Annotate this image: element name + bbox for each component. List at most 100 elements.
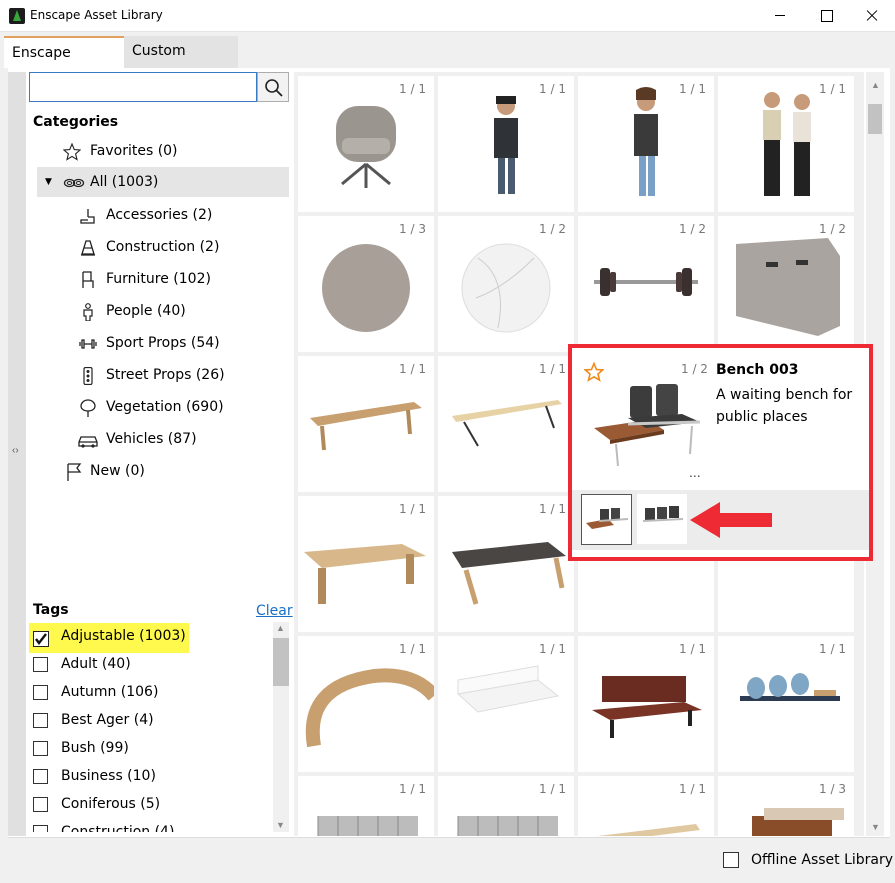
scroll-up-icon[interactable]: ▲ (871, 80, 880, 90)
checkbox[interactable] (33, 657, 48, 672)
asset-thumbnail-curved-bench (305, 668, 434, 748)
asset-thumbnail-person-presenting (634, 87, 658, 196)
asset-thumbnail-wood-bench (310, 402, 422, 451)
category-vegetation[interactable]: Vegetation (690) (77, 392, 289, 422)
variant-count: 1 / 1 (399, 782, 426, 796)
asset-tile[interactable]: 1 / 1 (438, 776, 574, 836)
category-furniture[interactable]: Furniture (102) (77, 264, 289, 294)
category-new[interactable]: New (0) (63, 456, 289, 486)
search-icon (265, 79, 283, 97)
asset-tile[interactable]: 1 / 1 (298, 76, 434, 212)
category-people[interactable]: People (40) (77, 296, 289, 326)
asset-thumbnail-barbell (594, 268, 698, 296)
tab-enscape-assets[interactable]: Enscape Assets (4, 36, 124, 91)
bench-variant-image (642, 506, 684, 522)
dumbbell-icon (79, 339, 97, 349)
offline-library-label: Offline Asset Library (751, 852, 894, 868)
asset-tile[interactable]: 1 / 1 (578, 776, 714, 836)
category-label: Sport Props (54) (106, 335, 220, 351)
asset-thumbnail-tufted-bench (452, 542, 566, 605)
category-construction[interactable]: Construction (2) (77, 232, 289, 262)
category-accessories[interactable]: Accessories (2) (77, 200, 289, 230)
scroll-up-icon[interactable]: ▲ (276, 623, 285, 633)
category-favorites[interactable]: Favorites (0) (37, 136, 289, 166)
search-button[interactable] (257, 72, 289, 102)
category-sport-props[interactable]: Sport Props (54) (77, 328, 289, 358)
asset-tile[interactable]: 1 / 3 (718, 776, 854, 836)
variant-thumbnail[interactable] (637, 494, 687, 544)
asset-tile[interactable]: 1 / 2 (578, 216, 714, 352)
asset-tile[interactable]: 1 / 1 (578, 636, 714, 772)
category-label: Furniture (102) (106, 271, 211, 287)
tree-icon (80, 399, 96, 417)
minimize-button[interactable] (757, 0, 803, 32)
checkbox-checked[interactable] (33, 629, 49, 647)
asset-thumbnail-round-mat (322, 244, 410, 332)
asset-tile[interactable]: 1 / 1 (438, 356, 574, 492)
tag-label: Adjustable (1003) (61, 628, 186, 644)
checkbox[interactable] (33, 713, 48, 728)
asset-tile[interactable]: 1 / 1 (298, 496, 434, 632)
variant-count: 1 / 1 (819, 82, 846, 96)
variant-count: 1 / 1 (399, 502, 426, 516)
maximize-button[interactable] (803, 0, 849, 32)
variant-count: 1 / 1 (539, 362, 566, 376)
asset-tile[interactable]: 1 / 1 (438, 496, 574, 632)
tags-list: Adjustable (1003) Adult (40) Autumn (106… (29, 622, 273, 832)
scroll-down-icon[interactable]: ▼ (276, 820, 285, 830)
tags-scroll-thumb[interactable] (273, 638, 289, 686)
asset-thumbnail-light-bench (452, 400, 562, 447)
tag-label: Autumn (106) (61, 684, 159, 700)
variant-thumbnail-selected[interactable] (581, 494, 632, 545)
asset-tile[interactable]: 1 / 1 (718, 76, 854, 212)
checkbox[interactable] (33, 825, 48, 832)
asset-tile[interactable]: 1 / 2 (718, 216, 854, 352)
offline-library-checkbox[interactable] (723, 852, 739, 868)
asset-tile[interactable]: 1 / 1 (298, 776, 434, 836)
asset-thumbnail-armchair (336, 106, 396, 188)
category-label: Accessories (2) (106, 207, 213, 223)
asset-tile[interactable]: 1 / 1 (438, 76, 574, 212)
checkbox[interactable] (33, 741, 48, 756)
category-label: Vegetation (690) (106, 399, 224, 415)
asset-tile[interactable]: 1 / 1 (438, 636, 574, 772)
category-label: Vehicles (87) (106, 431, 197, 447)
asset-thumbnail-seat-row (740, 673, 840, 701)
asset-tile[interactable]: 1 / 1 (298, 636, 434, 772)
asset-tile[interactable]: 1 / 3 (298, 216, 434, 352)
asset-tile[interactable]: 1 / 1 (578, 76, 714, 212)
red-arrow-icon (690, 502, 772, 538)
asset-tile[interactable]: 1 / 1 (718, 636, 854, 772)
collapse-chevron-icon[interactable]: ‹› (12, 445, 19, 456)
checkbox[interactable] (33, 769, 48, 784)
category-vehicles[interactable]: Vehicles (87) (77, 424, 289, 454)
category-street-props[interactable]: Street Props (26) (77, 360, 289, 390)
variant-count: 1 / 1 (399, 82, 426, 96)
infinity-icon (63, 178, 85, 188)
category-label: Favorites (0) (90, 143, 178, 159)
person-icon (83, 303, 93, 321)
category-label: All (1003) (90, 174, 159, 190)
more-options-button[interactable]: ... (689, 464, 701, 480)
variant-count: 1 / 1 (679, 782, 706, 796)
clear-tags-link[interactable]: Clear (256, 603, 293, 619)
variant-count: 1 / 2 (681, 362, 708, 376)
tab-custom-assets[interactable]: Custom Assets (124, 36, 238, 89)
checkbox[interactable] (33, 685, 48, 700)
tag-label: Bush (99) (61, 740, 129, 756)
title-bar: Enscape Asset Library (0, 0, 895, 32)
popup-title: Bench 003 (716, 362, 799, 378)
checkbox[interactable] (33, 797, 48, 812)
close-button[interactable] (849, 0, 895, 32)
category-label: Street Props (26) (106, 367, 225, 383)
scroll-down-icon[interactable]: ▼ (871, 822, 880, 832)
category-all[interactable]: ▼ All (1003) (37, 167, 289, 197)
enscape-logo-icon (9, 8, 25, 24)
search-input[interactable] (29, 72, 257, 102)
asset-tile[interactable]: 1 / 1 (298, 356, 434, 492)
grid-scroll-thumb[interactable] (868, 104, 882, 134)
variant-count: 1 / 1 (399, 362, 426, 376)
asset-tile[interactable]: 1 / 2 (438, 216, 574, 352)
expand-triangle-icon[interactable]: ▼ (45, 167, 52, 197)
tag-label: Best Ager (4) (61, 712, 154, 728)
